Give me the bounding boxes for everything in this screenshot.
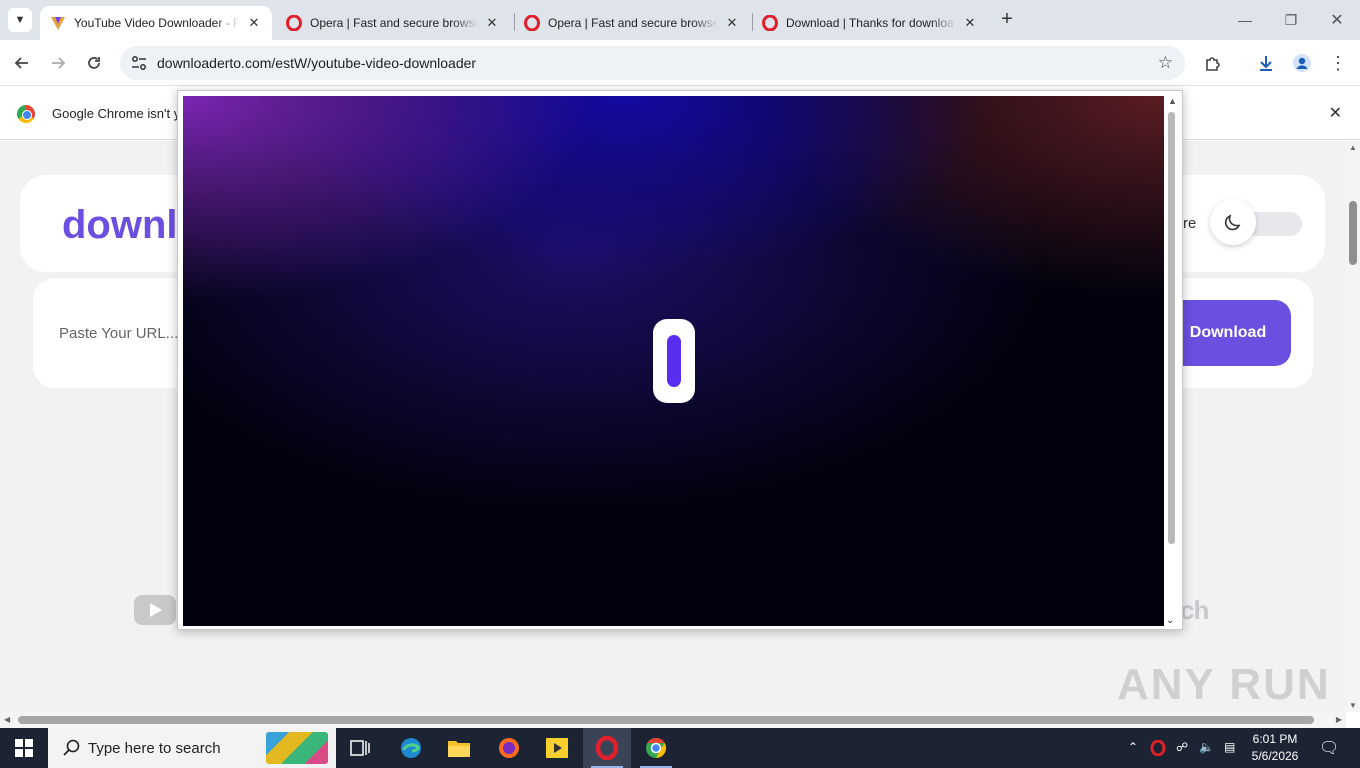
bookmark-star-icon[interactable]: ☆ bbox=[1158, 53, 1173, 73]
windows-taskbar: Type here to search ⌃ ☍ 🔈 ▤ 6:01 PM 5/6/… bbox=[0, 728, 1360, 768]
kebab-menu-icon: ⋮ bbox=[1329, 53, 1347, 73]
scrollbar-thumb[interactable] bbox=[18, 716, 1314, 724]
start-button[interactable] bbox=[0, 728, 48, 768]
browser-toolbar: downloaderto.com/estW/youtube-video-down… bbox=[0, 40, 1360, 86]
scrollbar-thumb[interactable] bbox=[1168, 112, 1175, 544]
notifications-icon[interactable]: 🗨 bbox=[1319, 738, 1339, 758]
scroll-down-icon[interactable]: ⌄ bbox=[1166, 615, 1174, 626]
chevron-down-icon: ▼ bbox=[14, 14, 26, 26]
puzzle-icon bbox=[1206, 57, 1220, 71]
anyrun-watermark: ANY RUN bbox=[1117, 660, 1331, 709]
taskbar-clock[interactable]: 6:01 PM 5/6/2026 bbox=[1248, 731, 1302, 765]
loading-spinner-icon bbox=[653, 319, 695, 403]
arrow-right-icon bbox=[52, 57, 66, 69]
reload-icon bbox=[88, 57, 100, 69]
opera-icon bbox=[524, 15, 540, 31]
theme-button[interactable] bbox=[1210, 199, 1256, 245]
reload-button[interactable] bbox=[80, 49, 108, 77]
clock-time: 6:01 PM bbox=[1252, 732, 1298, 746]
downloader-v-icon bbox=[51, 17, 65, 30]
close-tab-icon[interactable]: ✕ bbox=[246, 15, 262, 31]
taskbar-media-player[interactable] bbox=[533, 728, 581, 768]
downloads-button[interactable] bbox=[1252, 49, 1280, 77]
tray-opera-icon[interactable] bbox=[1150, 739, 1166, 759]
edge-icon bbox=[401, 738, 421, 758]
new-tab-button[interactable]: + bbox=[996, 8, 1018, 30]
taskbar-chrome[interactable] bbox=[632, 728, 680, 768]
loading-screen bbox=[183, 96, 1164, 626]
extensions-button[interactable] bbox=[1199, 49, 1227, 77]
scroll-down-icon[interactable]: ▼ bbox=[1349, 701, 1357, 710]
site-logo-text[interactable]: downl bbox=[62, 203, 178, 248]
tray-overflow-icon[interactable]: ⌃ bbox=[1128, 740, 1138, 754]
platform-logo-right: ch bbox=[1180, 595, 1209, 625]
language-selector[interactable]: re bbox=[1183, 215, 1196, 232]
scroll-left-icon[interactable]: ◀ bbox=[4, 715, 10, 724]
tray-device-icon[interactable]: ☍ bbox=[1176, 740, 1188, 754]
back-button[interactable] bbox=[8, 49, 36, 77]
opera-icon bbox=[286, 15, 302, 31]
tab-youtube-downloader[interactable]: YouTube Video Downloader - F ✕ bbox=[40, 6, 272, 40]
minimize-button[interactable]: — bbox=[1222, 0, 1268, 40]
infobar-message: Google Chrome isn't y bbox=[52, 106, 181, 121]
task-view-icon bbox=[350, 740, 370, 756]
tab-search-button[interactable]: ▼ bbox=[8, 8, 32, 32]
media-player-icon bbox=[546, 738, 568, 758]
menu-button[interactable]: ⋮ bbox=[1324, 49, 1352, 77]
arrow-left-icon bbox=[14, 57, 28, 69]
scrollbar-thumb[interactable] bbox=[1349, 201, 1357, 265]
opera-icon bbox=[762, 15, 778, 31]
address-bar[interactable]: downloaderto.com/estW/youtube-video-down… bbox=[120, 46, 1185, 80]
scroll-up-icon[interactable]: ▲ bbox=[1168, 96, 1177, 106]
taskbar-search-placeholder: Type here to search bbox=[88, 740, 221, 757]
clock-date: 5/6/2026 bbox=[1251, 749, 1299, 763]
taskbar-opera[interactable] bbox=[583, 728, 631, 768]
windows-logo-icon bbox=[15, 739, 33, 757]
site-settings-icon bbox=[132, 56, 146, 70]
task-view-button[interactable] bbox=[336, 728, 384, 768]
chrome-logo-icon bbox=[17, 105, 35, 123]
taskbar-search[interactable]: Type here to search bbox=[48, 728, 336, 768]
taskbar-firefox[interactable] bbox=[485, 728, 533, 768]
close-window-button[interactable]: ✕ bbox=[1314, 0, 1360, 40]
tab-opera-2[interactable]: Opera | Fast and secure browse ✕ bbox=[514, 6, 750, 40]
tab-opera-1[interactable]: Opera | Fast and secure browse ✕ bbox=[276, 6, 510, 40]
page-vertical-scrollbar[interactable]: ▲ ▼ bbox=[1346, 141, 1360, 712]
close-tab-icon[interactable]: ✕ bbox=[484, 15, 500, 31]
taskbar-edge[interactable] bbox=[387, 728, 435, 768]
popup-window[interactable]: ▲ ⌄ bbox=[177, 90, 1183, 630]
infobar-close-icon[interactable]: ✕ bbox=[1329, 103, 1342, 123]
download-icon bbox=[1260, 56, 1272, 71]
youtube-icon bbox=[134, 595, 176, 625]
chrome-icon bbox=[646, 737, 667, 759]
folder-icon bbox=[448, 741, 470, 757]
close-tab-icon[interactable]: ✕ bbox=[962, 15, 978, 31]
taskbar-file-explorer[interactable] bbox=[435, 728, 483, 768]
moon-icon bbox=[1224, 214, 1241, 231]
download-button-label: Download bbox=[1189, 324, 1267, 341]
search-highlight-image bbox=[266, 732, 328, 764]
close-tab-icon[interactable]: ✕ bbox=[724, 15, 740, 31]
restore-button[interactable]: ❐ bbox=[1268, 0, 1314, 40]
avatar-icon bbox=[1293, 54, 1311, 72]
volume-icon[interactable]: 🔈 bbox=[1199, 740, 1214, 754]
network-icon[interactable]: ▤ bbox=[1224, 740, 1235, 754]
scroll-right-icon[interactable]: ▶ bbox=[1336, 715, 1342, 724]
tab-strip: ▼ YouTube Video Downloader - F ✕ Opera |… bbox=[0, 0, 1360, 40]
tab-opera-download[interactable]: Download | Thanks for downloa ✕ bbox=[752, 6, 988, 40]
scroll-up-icon[interactable]: ▲ bbox=[1349, 143, 1357, 152]
page-horizontal-scrollbar[interactable]: ◀ ▶ bbox=[0, 712, 1346, 728]
opera-icon bbox=[595, 736, 619, 760]
forward-button[interactable] bbox=[44, 49, 72, 77]
profile-button[interactable] bbox=[1288, 49, 1316, 77]
popup-scrollbar[interactable]: ▲ ⌄ bbox=[1165, 96, 1179, 626]
url-text[interactable]: downloaderto.com/estW/youtube-video-down… bbox=[157, 55, 476, 71]
search-icon bbox=[63, 739, 80, 756]
firefox-icon bbox=[499, 738, 519, 758]
